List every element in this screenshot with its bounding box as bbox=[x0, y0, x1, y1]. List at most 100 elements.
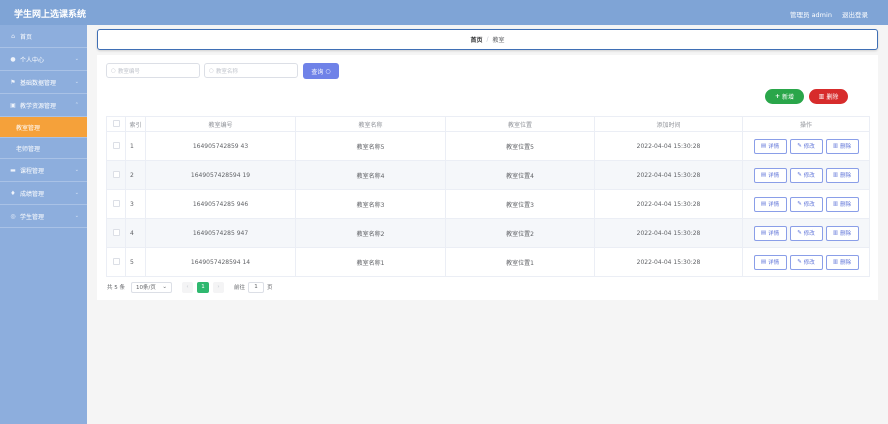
page-size-select[interactable]: 10条/页 ⌄ bbox=[131, 281, 172, 293]
chat-icon: ▬ bbox=[10, 166, 16, 174]
search-icon: ○ bbox=[325, 67, 331, 75]
table-row: 5 1649057428594 14 教室名称1 教室位置1 2022-04-0… bbox=[106, 247, 870, 277]
prev-page-button[interactable]: ‹ bbox=[182, 281, 193, 293]
sidebar-subitem-classrooms[interactable]: 教室管理 bbox=[0, 117, 87, 138]
table-row: 2 1649057428594 19 教室名称4 教室位置4 2022-04-0… bbox=[106, 160, 870, 190]
chevron-down-icon: ⌄ bbox=[74, 79, 79, 85]
search-icon: ○ bbox=[209, 67, 214, 74]
sidebar-item-grades[interactable]: ♦ 成绩管理 ⌄ bbox=[0, 182, 87, 205]
classroom-location: 教室位置2 bbox=[445, 218, 595, 248]
chevron-down-icon: ⌄ bbox=[74, 190, 79, 196]
select-all-checkbox[interactable] bbox=[106, 116, 126, 132]
row-actions: ▤ 详情 ✎ 修改 ▥ 删除 bbox=[742, 247, 870, 277]
classroom-location: 教室位置3 bbox=[445, 189, 595, 219]
delete-button[interactable]: ▥ 删除 bbox=[825, 196, 859, 212]
add-button-label: 新增 bbox=[782, 94, 795, 101]
page-number-current[interactable]: 1 bbox=[197, 281, 209, 293]
classroom-name-input[interactable]: ○ 教室名称 bbox=[204, 63, 298, 78]
goto-suffix: 页 bbox=[267, 285, 273, 291]
document-icon: ▤ bbox=[760, 259, 767, 265]
sidebar-item-home[interactable]: ⌂ 首页 bbox=[0, 25, 87, 48]
delete-label: 删除 bbox=[840, 144, 852, 150]
detail-button[interactable]: ▤ 详情 bbox=[753, 167, 787, 183]
chevron-left-icon: ‹ bbox=[186, 284, 189, 290]
edit-icon: ✎ bbox=[797, 172, 802, 178]
breadcrumb-separator: / bbox=[486, 36, 489, 43]
row-checkbox[interactable] bbox=[106, 160, 126, 190]
delete-label: 删除 bbox=[840, 260, 852, 266]
document-icon: ▤ bbox=[760, 172, 767, 178]
delete-label: 删除 bbox=[840, 231, 852, 237]
sidebar-item-label: 成绩管理 bbox=[20, 190, 45, 198]
detail-button[interactable]: ▤ 详情 bbox=[753, 196, 787, 212]
column-header: 操作 bbox=[742, 116, 870, 132]
edit-button[interactable]: ✎ 修改 bbox=[789, 138, 823, 154]
row-checkbox[interactable] bbox=[106, 131, 126, 161]
chevron-down-icon: ⌄ bbox=[74, 213, 79, 219]
add-button[interactable]: + 新增 bbox=[765, 89, 804, 104]
breadcrumb: 首页 / 教室 bbox=[97, 29, 878, 50]
detail-label: 详情 bbox=[768, 202, 780, 208]
column-header: 教室编号 bbox=[145, 116, 296, 132]
next-page-button[interactable]: › bbox=[213, 281, 224, 293]
document-icon: ▤ bbox=[760, 143, 767, 149]
main-content: ○ 教室编号 ○ 教室名称 查询 ○ + 新增 ▥ 删除 索引 教室编号 教室名… bbox=[97, 55, 878, 300]
row-checkbox[interactable] bbox=[106, 218, 126, 248]
classroom-name: 教室名称5 bbox=[295, 131, 446, 161]
classroom-code: 1649057428594 14 bbox=[145, 247, 296, 277]
row-index: 4 bbox=[125, 218, 146, 248]
sidebar-item-courses[interactable]: ▬ 课程管理 ⌄ bbox=[0, 159, 87, 182]
detail-button[interactable]: ▤ 详情 bbox=[753, 225, 787, 241]
sidebar-item-students[interactable]: ◎ 学生管理 ⌄ bbox=[0, 205, 87, 228]
edit-button[interactable]: ✎ 修改 bbox=[789, 254, 823, 270]
classroom-name: 教室名称3 bbox=[295, 189, 446, 219]
sidebar-subitem-teachers[interactable]: 老师管理 bbox=[0, 138, 87, 159]
delete-button[interactable]: ▥ 删除 bbox=[825, 225, 859, 241]
goto-prefix: 前往 bbox=[234, 285, 246, 291]
bulk-delete-button[interactable]: ▥ 删除 bbox=[809, 89, 848, 104]
delete-label: 删除 bbox=[840, 202, 852, 208]
added-time: 2022-04-04 15:30:28 bbox=[594, 218, 743, 248]
edit-button[interactable]: ✎ 修改 bbox=[789, 196, 823, 212]
total-count: 共 5 条 bbox=[107, 285, 125, 291]
user-icon: ● bbox=[10, 55, 16, 63]
breadcrumb-home[interactable]: 首页 bbox=[470, 35, 482, 44]
classroom-code-input[interactable]: ○ 教室编号 bbox=[106, 63, 200, 78]
delete-button[interactable]: ▥ 删除 bbox=[825, 138, 859, 154]
added-time: 2022-04-04 15:30:28 bbox=[594, 131, 743, 161]
edit-button[interactable]: ✎ 修改 bbox=[789, 225, 823, 241]
sidebar-item-label: 基础数据管理 bbox=[20, 79, 57, 87]
trash-icon: ▥ bbox=[832, 201, 839, 207]
sidebar: ⌂ 首页 ● 个人中心 ⌄ ⚑ 基础数据管理 ⌄ ▣ 教学资源管理 ⌃ 教室管理… bbox=[0, 25, 87, 424]
logout-link[interactable]: 退出登录 bbox=[842, 9, 868, 19]
trash-icon: ▥ bbox=[818, 93, 825, 100]
pagination: 共 5 条 10条/页 ⌄ ‹ 1 › 前往 1 页 bbox=[107, 281, 273, 293]
sidebar-item-label: 首页 bbox=[20, 33, 33, 41]
flag-icon: ⚑ bbox=[10, 78, 16, 86]
sidebar-item-basic-data[interactable]: ⚑ 基础数据管理 ⌄ bbox=[0, 71, 87, 94]
sidebar-item-teaching-resources[interactable]: ▣ 教学资源管理 ⌃ bbox=[0, 94, 87, 117]
chevron-down-icon: ⌄ bbox=[162, 284, 167, 290]
delete-button[interactable]: ▥ 删除 bbox=[825, 167, 859, 183]
edit-icon: ✎ bbox=[797, 201, 802, 207]
classroom-location: 教室位置5 bbox=[445, 131, 595, 161]
sidebar-item-profile[interactable]: ● 个人中心 ⌄ bbox=[0, 48, 87, 71]
classroom-code: 1649057428594 19 bbox=[145, 160, 296, 190]
row-checkbox[interactable] bbox=[106, 247, 126, 277]
delete-button[interactable]: ▥ 删除 bbox=[825, 254, 859, 270]
chevron-down-icon: ⌄ bbox=[74, 56, 79, 62]
query-button[interactable]: 查询 ○ bbox=[303, 63, 339, 79]
row-checkbox[interactable] bbox=[106, 189, 126, 219]
column-header: 教室名称 bbox=[295, 116, 446, 132]
edit-label: 修改 bbox=[803, 144, 815, 150]
trash-icon: ▥ bbox=[832, 259, 839, 265]
classroom-code: 164905742859 43 bbox=[145, 131, 296, 161]
goto-page-input[interactable]: 1 bbox=[248, 281, 265, 293]
classroom-code: 16490574285 947 bbox=[145, 218, 296, 248]
detail-button[interactable]: ▤ 详情 bbox=[753, 254, 787, 270]
detail-label: 详情 bbox=[768, 260, 780, 266]
sidebar-item-label: 学生管理 bbox=[20, 213, 45, 221]
column-header: 添加时间 bbox=[594, 116, 743, 132]
detail-button[interactable]: ▤ 详情 bbox=[753, 138, 787, 154]
edit-button[interactable]: ✎ 修改 bbox=[789, 167, 823, 183]
